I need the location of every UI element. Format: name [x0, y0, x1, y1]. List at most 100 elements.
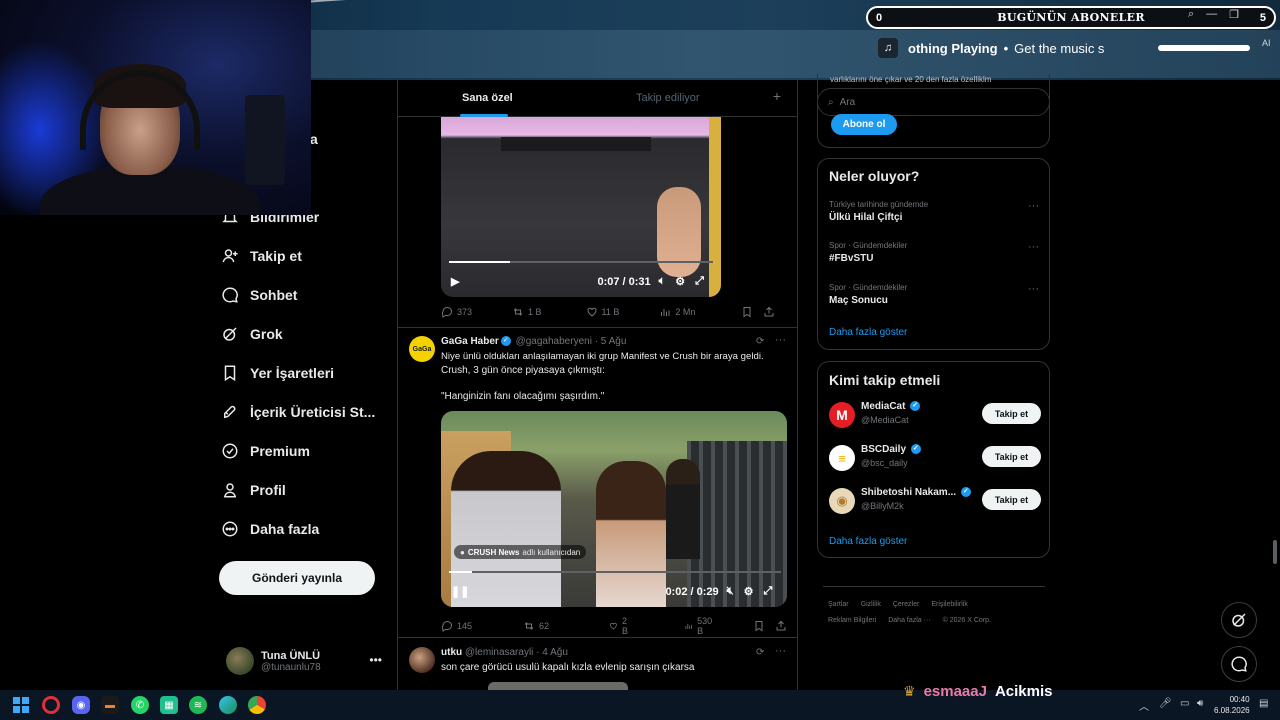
volume-icon[interactable]: 🔊︎: [1197, 698, 1203, 709]
show-more-link[interactable]: Daha fazla göster: [829, 536, 907, 547]
music-progress-bar: [1158, 45, 1250, 51]
account-switcher[interactable]: Tuna ÜNLÜ @tunaunlu78 •••: [226, 645, 386, 677]
bookmark-button[interactable]: [741, 306, 753, 318]
mute-icon[interactable]: 🔇︎: [727, 585, 734, 598]
more-icon[interactable]: ···: [1028, 283, 1039, 295]
follow-button[interactable]: Takip et: [982, 446, 1041, 467]
tray-chevron-icon[interactable]: ︿: [1139, 698, 1149, 713]
author-handle[interactable]: @leminasarayli: [465, 647, 534, 658]
footer-link[interactable]: Şartlar: [828, 601, 849, 608]
window-controls: ⌕ — ❐: [1188, 8, 1239, 21]
repost-button[interactable]: 1 B: [512, 306, 542, 318]
post3-media-preview[interactable]: [488, 682, 628, 690]
share-button[interactable]: [775, 620, 787, 632]
scrollbar[interactable]: [1273, 540, 1277, 564]
whatsapp-icon[interactable]: ✆: [131, 696, 149, 714]
editor-icon[interactable]: ▬: [101, 696, 119, 714]
music-title: othing Playing: [908, 40, 998, 56]
post-date[interactable]: · 5 Ağu: [595, 336, 627, 347]
spotify-icon[interactable]: ≋: [189, 696, 207, 714]
more-icon[interactable]: ···: [775, 334, 786, 346]
nav-item-premium[interactable]: Premium: [220, 431, 390, 470]
author-handle[interactable]: @gagahaberyeni: [516, 336, 592, 347]
post2-video[interactable]: ● CRUSH News adlı kullanıcıdan ❚❚ 0:02 /…: [441, 411, 787, 607]
display-icon[interactable]: ▭: [1180, 698, 1189, 709]
pause-icon[interactable]: ❚❚: [451, 585, 469, 598]
footer-link[interactable]: Gizlilik: [861, 601, 881, 608]
nav-item-more[interactable]: Daha fazla: [220, 509, 390, 548]
taskbar-clock[interactable]: 00:40 6.08.2026: [1214, 694, 1250, 716]
post-button[interactable]: Gönderi yayınla: [219, 561, 375, 595]
nav-item-grok[interactable]: Grok: [220, 314, 390, 353]
minimize-icon[interactable]: —: [1206, 8, 1217, 21]
notification-icon[interactable]: ▤: [1259, 698, 1268, 709]
nav-item-profile[interactable]: Profil: [220, 470, 390, 509]
show-more-link[interactable]: Daha fazla göster: [829, 327, 907, 338]
avatar[interactable]: [409, 647, 435, 673]
tab-following[interactable]: Takip ediliyor: [636, 92, 700, 104]
grok-float-button[interactable]: [1221, 602, 1257, 638]
edge-icon[interactable]: [219, 696, 237, 714]
more-icon[interactable]: ···: [1028, 200, 1039, 212]
follow-button[interactable]: Takip et: [982, 403, 1041, 424]
discord-icon[interactable]: ◉: [72, 696, 90, 714]
video-progress-bar[interactable]: [449, 261, 713, 263]
opera-gx-icon[interactable]: [42, 696, 60, 714]
microphone-icon[interactable]: 🎤︎: [1159, 698, 1172, 709]
repost-button[interactable]: 62: [523, 620, 549, 632]
author-name[interactable]: GaGa Haber: [441, 336, 499, 347]
fullscreen-icon[interactable]: ⤢: [763, 585, 772, 598]
trend-item[interactable]: Spor · Gündemdekiler #FBvSTU ···: [829, 241, 1039, 264]
post1-video[interactable]: ▶ 0:07 / 0:31 🔈︎ ⚙ ⤢: [441, 117, 721, 297]
maximize-icon[interactable]: ❐: [1229, 8, 1239, 21]
nav-item-follow[interactable]: Takip et: [220, 236, 390, 275]
post-date[interactable]: · 4 Ağu: [536, 647, 568, 658]
reply-button[interactable]: 145: [441, 620, 472, 632]
settings-icon[interactable]: ⚙: [675, 275, 685, 288]
avatar[interactable]: GaGa: [409, 336, 435, 362]
follow-suggestion[interactable]: ≡ BSCDaily ✓ @bsc_daily Takip et: [829, 443, 1041, 475]
source-tag[interactable]: ● CRUSH News adlı kullanıcıdan: [454, 545, 587, 559]
video-progress-bar[interactable]: [449, 571, 781, 573]
share-button[interactable]: [763, 306, 775, 318]
search-input[interactable]: ⌕ Ara: [817, 88, 1050, 116]
nav-item-creator-studio[interactable]: İçerik Üreticisi St...: [220, 392, 390, 431]
windows-start-icon[interactable]: [12, 696, 30, 714]
verified-icon: ✓: [500, 336, 511, 347]
trend-item[interactable]: Spor · Gündemdekiler Maç Sonucu ···: [829, 283, 1039, 306]
add-tab-icon[interactable]: +: [773, 88, 781, 104]
tab-for-you[interactable]: Sana özel: [460, 92, 513, 117]
settings-icon[interactable]: ⚙: [744, 585, 754, 598]
trend-item[interactable]: Türkiye tarihinde gündemde Ülkü Hilal Çi…: [829, 200, 1039, 223]
play-icon[interactable]: ▶: [451, 275, 459, 288]
reply-button[interactable]: 373: [441, 306, 472, 318]
nav-item-bookmarks[interactable]: Yer İşaretleri: [220, 353, 390, 392]
like-button[interactable]: 2 B: [609, 616, 632, 636]
footer-link[interactable]: Daha fazla ···: [888, 617, 930, 624]
grok-post-icon[interactable]: ⟳: [756, 647, 764, 658]
views-button[interactable]: 530 B: [684, 616, 715, 636]
follow-suggestion[interactable]: ◉ Shibetoshi Nakam... ✓ @BillyM2k Takip …: [829, 486, 1041, 518]
nav-item-chat[interactable]: Sohbet: [220, 275, 390, 314]
more-icon[interactable]: ···: [1028, 241, 1039, 253]
fullscreen-icon[interactable]: ⤢: [695, 275, 704, 288]
now-playing-text: othing Playing • Get the music s: [908, 40, 1105, 56]
bookmark-button[interactable]: [753, 620, 765, 632]
views-button[interactable]: 2 Mn: [659, 306, 695, 318]
search-icon[interactable]: ⌕: [1188, 8, 1194, 21]
footer-link[interactable]: Erişilebilirlik: [931, 601, 968, 608]
like-button[interactable]: 11 B: [586, 306, 619, 318]
subscribe-button[interactable]: Abone ol: [831, 114, 897, 135]
messages-float-button[interactable]: [1221, 646, 1257, 682]
author-name[interactable]: utku: [441, 647, 462, 658]
more-icon[interactable]: •••: [369, 653, 382, 667]
more-icon[interactable]: ···: [775, 645, 786, 657]
follow-button[interactable]: Takip et: [982, 489, 1041, 510]
grok-post-icon[interactable]: ⟳: [756, 336, 764, 347]
chrome-icon[interactable]: [248, 696, 266, 714]
app-green-icon[interactable]: ▦: [160, 696, 178, 714]
footer-link[interactable]: Reklam Bilgileri: [828, 617, 876, 624]
footer-link[interactable]: Çerezler: [893, 601, 919, 608]
volume-icon[interactable]: 🔈︎: [659, 275, 666, 288]
follow-suggestion[interactable]: M MediaCat ✓ @MediaCat Takip et: [829, 400, 1041, 432]
